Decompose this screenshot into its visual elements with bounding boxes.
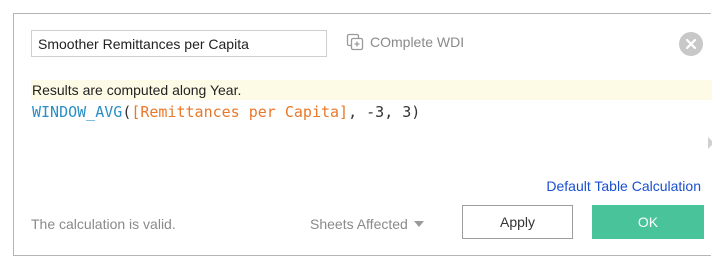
sheets-affected-dropdown[interactable]: Sheets Affected [310, 216, 424, 232]
formula-function: WINDOW_AVG [32, 103, 123, 121]
formula-open-paren: ( [122, 103, 132, 121]
compute-along-hint: Results are computed along Year. [31, 80, 712, 100]
datasource-name: COmplete WDI [370, 34, 465, 50]
validation-status: The calculation is valid. [31, 216, 176, 232]
ok-button[interactable]: OK [592, 205, 704, 239]
expand-arrow-icon[interactable] [708, 137, 712, 149]
datasource-label: COmplete WDI [346, 33, 464, 51]
calculation-name-input[interactable] [31, 30, 327, 57]
calculation-editor-dialog: COmplete WDI Results are computed along … [13, 13, 712, 256]
close-icon [685, 38, 697, 50]
close-button[interactable] [679, 32, 703, 56]
formula-args: , -3, 3) [348, 103, 421, 121]
default-table-calculation-link[interactable]: Default Table Calculation [546, 178, 701, 194]
sheets-affected-label: Sheets Affected [310, 216, 408, 232]
formula-text[interactable]: WINDOW_AVG([Remittances per Capita], -3,… [31, 101, 712, 123]
datasource-icon [346, 33, 364, 51]
formula-field: [Remittances per Capita] [131, 103, 349, 121]
apply-button[interactable]: Apply [462, 205, 573, 239]
caret-down-icon [413, 221, 424, 227]
